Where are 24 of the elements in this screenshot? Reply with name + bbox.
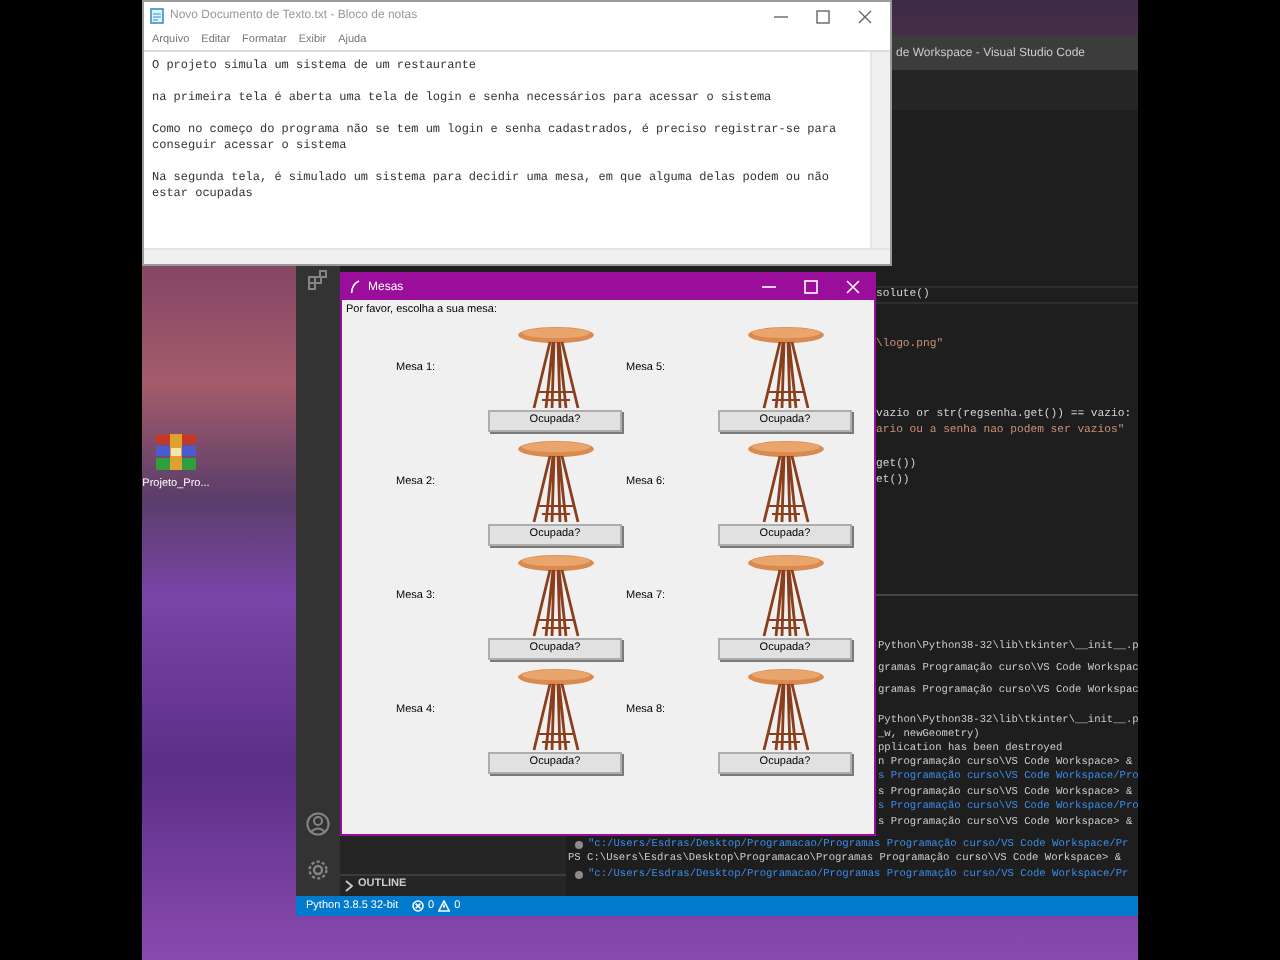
minimize-icon[interactable]	[762, 280, 776, 294]
feather-icon	[350, 280, 360, 294]
horizontal-scrollbar[interactable]	[144, 248, 890, 264]
archive-icon[interactable]	[154, 432, 198, 472]
command-status-icon	[574, 869, 584, 880]
vertical-scrollbar[interactable]	[870, 52, 890, 248]
table-drawing	[515, 554, 595, 638]
table-drawing	[515, 668, 595, 752]
command-status-icon	[574, 840, 584, 850]
table-drawing	[745, 554, 825, 638]
table-drawing	[745, 326, 825, 410]
settings-icon[interactable]	[306, 858, 330, 882]
table-drawing	[745, 668, 825, 752]
table-drawing	[515, 440, 595, 524]
maximize-icon[interactable]	[816, 9, 830, 23]
chevron-icon	[344, 879, 354, 891]
error-icon	[412, 900, 424, 912]
close-icon[interactable]	[858, 9, 872, 23]
table-drawing	[515, 326, 595, 410]
warning-icon	[438, 900, 451, 912]
account-icon[interactable]	[306, 812, 330, 836]
notepad-icon	[150, 8, 164, 24]
table-drawing	[745, 440, 825, 524]
extensions-icon[interactable]	[308, 270, 328, 290]
